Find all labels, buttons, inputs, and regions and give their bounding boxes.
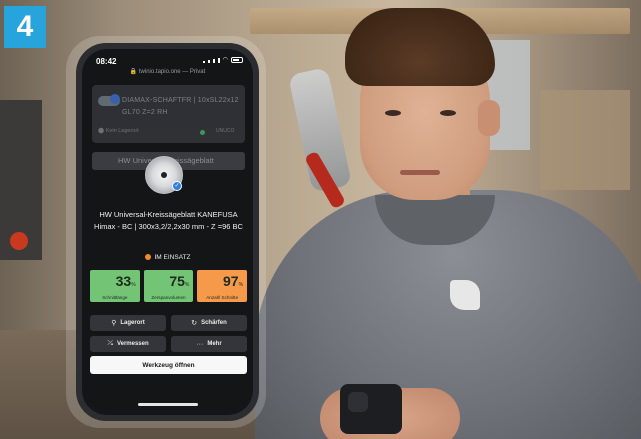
status-icons: ◠ [202, 57, 243, 63]
held-phone-camera [348, 392, 368, 412]
tool-status: IM EINSATZ [82, 254, 253, 261]
stat-cut-count: 97% Anzahl Schnitte [197, 270, 248, 302]
stat-label: Schnittlänge [102, 295, 128, 300]
red-knob [10, 232, 28, 250]
person-hair [345, 8, 495, 86]
status-label: IM EINSATZ [154, 254, 191, 261]
sharpen-label: Schärfen [201, 320, 227, 326]
stat-unit: % [238, 282, 244, 288]
phone-mockup: 08:42 ◠ 🔒 twinio.tapio.one — Privat DIAM… [76, 43, 259, 421]
url-text: twinio.tapio.one — Privat [138, 69, 206, 75]
signal-icon [202, 61, 205, 63]
person-eye-right [440, 110, 456, 116]
battery-icon [231, 57, 243, 63]
status-bar: 08:42 ◠ [82, 49, 253, 67]
stat-unit: % [184, 282, 190, 288]
tool-card-chip: UNUCO [216, 128, 235, 134]
sharpen-button[interactable]: ↻ Schärfen [171, 315, 247, 331]
wall-board-2 [540, 90, 630, 190]
stat-label: Zerspanvolumen [151, 295, 186, 300]
location-pin-icon: ⚲ [111, 320, 117, 327]
address-bar[interactable]: 🔒 twinio.tapio.one — Privat [82, 68, 253, 75]
tool-card-location: ⬤ Kein Lagerort [98, 128, 139, 134]
wifi-icon: ◠ [222, 57, 228, 63]
stat-value: 75 [169, 273, 185, 289]
open-tool-button[interactable]: Werkzeug öffnen [90, 356, 247, 374]
stat-chip-volume: 75% Zerspanvolumen [143, 270, 194, 302]
stat-label: Anzahl Schnitte [206, 295, 239, 300]
home-indicator [138, 403, 198, 406]
tool-thumb-dot [110, 94, 120, 104]
storage-button[interactable]: ⚲ Lagerort [90, 315, 166, 331]
phone-screen: 08:42 ◠ 🔒 twinio.tapio.one — Privat DIAM… [82, 49, 253, 415]
leaf-logo-icon [450, 280, 480, 310]
measure-button[interactable]: ⤯ Vermessen [90, 336, 166, 352]
status-dot [200, 130, 205, 135]
measure-icon: ⤯ [107, 340, 113, 347]
ellipsis-icon: ··· [196, 340, 204, 348]
more-label: Mehr [207, 341, 222, 347]
location-pin-icon: ⬤ [98, 128, 105, 134]
tool-card-title: DIAMAX-SCHAFTFR | 10xSL22x12 GL70 Z=2 RH [122, 97, 239, 116]
tool-card[interactable]: DIAMAX-SCHAFTFR | 10xSL22x12 GL70 Z=2 RH… [92, 85, 245, 143]
stat-value: 33 [115, 273, 132, 289]
stat-value: 97 [222, 273, 239, 289]
person-ear [478, 100, 500, 136]
person-eye-left [385, 110, 401, 116]
blade-hole [161, 172, 167, 178]
measure-label: Vermessen [116, 341, 149, 347]
shirt-logo [450, 280, 540, 310]
person-mouth [400, 170, 440, 175]
stats-row: 33% Schnittlänge 75% Zerspanvolumen 97% … [90, 270, 248, 302]
step-badge: 4 [4, 6, 46, 48]
status-indicator [144, 254, 151, 260]
storage-label: Lagerort [120, 320, 145, 326]
status-time: 08:42 [96, 57, 117, 66]
check-badge-icon: ✓ [172, 181, 182, 191]
more-button[interactable]: ··· Mehr [171, 336, 247, 352]
lock-icon: 🔒 [129, 69, 138, 75]
stat-unit: % [131, 282, 136, 288]
refresh-icon: ↻ [191, 320, 198, 327]
stat-cut-length: 33% Schnittlänge [90, 270, 140, 302]
tool-title: HW Universal-Kreissägeblatt KANEFUSA Him… [94, 210, 243, 231]
